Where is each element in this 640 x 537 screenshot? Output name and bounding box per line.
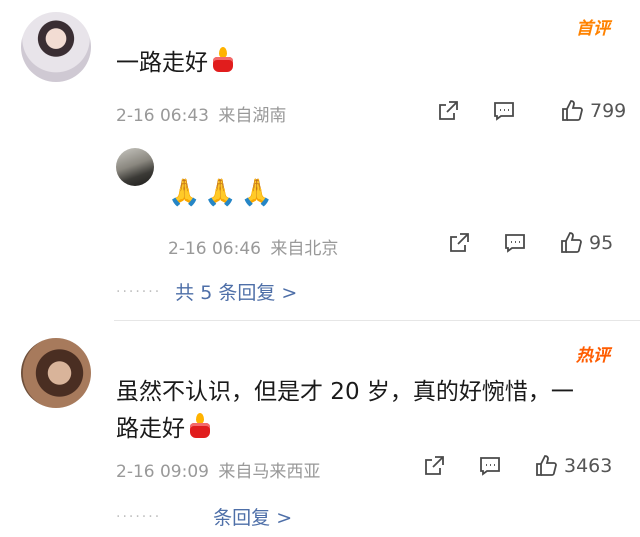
comment-meta: 2-16 06:43 来自湖南 (116, 101, 286, 126)
comment-text: 虽然不认识，但是才 20 岁，真的好惋惜，一 路走好 (116, 374, 574, 448)
like-count: 95 (589, 232, 614, 254)
comment-text: 一路走好 (116, 45, 234, 82)
candle-icon (189, 413, 211, 439)
like-icon[interactable] (534, 454, 558, 478)
avatar[interactable] (21, 12, 91, 82)
comment-text-line: 路走好 (116, 411, 574, 448)
more-replies-link[interactable]: ······· 条回复 > (116, 503, 292, 530)
like-icon[interactable] (560, 99, 584, 123)
share-icon[interactable] (422, 454, 446, 478)
comment-meta: 2-16 09:09 来自马来西亚 (116, 457, 320, 482)
timestamp: 2-16 06:46 (168, 239, 261, 259)
location: 来自马来西亚 (218, 462, 321, 482)
avatar[interactable] (21, 338, 91, 408)
comment-icon[interactable] (492, 99, 516, 123)
comment-text-line-content: 路走好 (116, 416, 185, 442)
reply-meta: 2-16 06:46 来自北京 (168, 234, 338, 259)
comment-text-content: 一路走好 (116, 50, 208, 76)
comment-icon[interactable] (478, 454, 502, 478)
comment-actions: 3463 (422, 454, 612, 478)
divider (114, 320, 640, 321)
like-count: 799 (590, 100, 627, 122)
location: 来自湖南 (218, 106, 287, 126)
candle-icon (212, 47, 234, 73)
more-replies-link[interactable]: ······· 共 5 条回复 > (116, 278, 297, 305)
first-comment-badge: 首评 (576, 19, 610, 39)
like-count: 3463 (564, 455, 613, 477)
more-replies-label[interactable]: 条回复 > (213, 503, 292, 530)
dots: ······· (116, 508, 162, 525)
reply-actions: 95 (447, 231, 613, 255)
hot-comment-badge: 热评 (576, 346, 610, 366)
reply-text: 🙏🙏🙏 (168, 178, 278, 208)
comment-text-line: 虽然不认识，但是才 20 岁，真的好惋惜，一 (116, 379, 574, 405)
more-replies-label[interactable]: 共 5 条回复 > (175, 278, 297, 305)
timestamp: 2-16 06:43 (116, 106, 209, 126)
comment-actions: 799 (436, 99, 626, 123)
share-icon[interactable] (447, 231, 471, 255)
location: 来自北京 (270, 239, 339, 259)
like-icon[interactable] (559, 231, 583, 255)
dots: ······· (116, 283, 162, 300)
comment-icon[interactable] (503, 231, 527, 255)
share-icon[interactable] (436, 99, 460, 123)
avatar[interactable] (116, 148, 154, 186)
timestamp: 2-16 09:09 (116, 462, 209, 482)
